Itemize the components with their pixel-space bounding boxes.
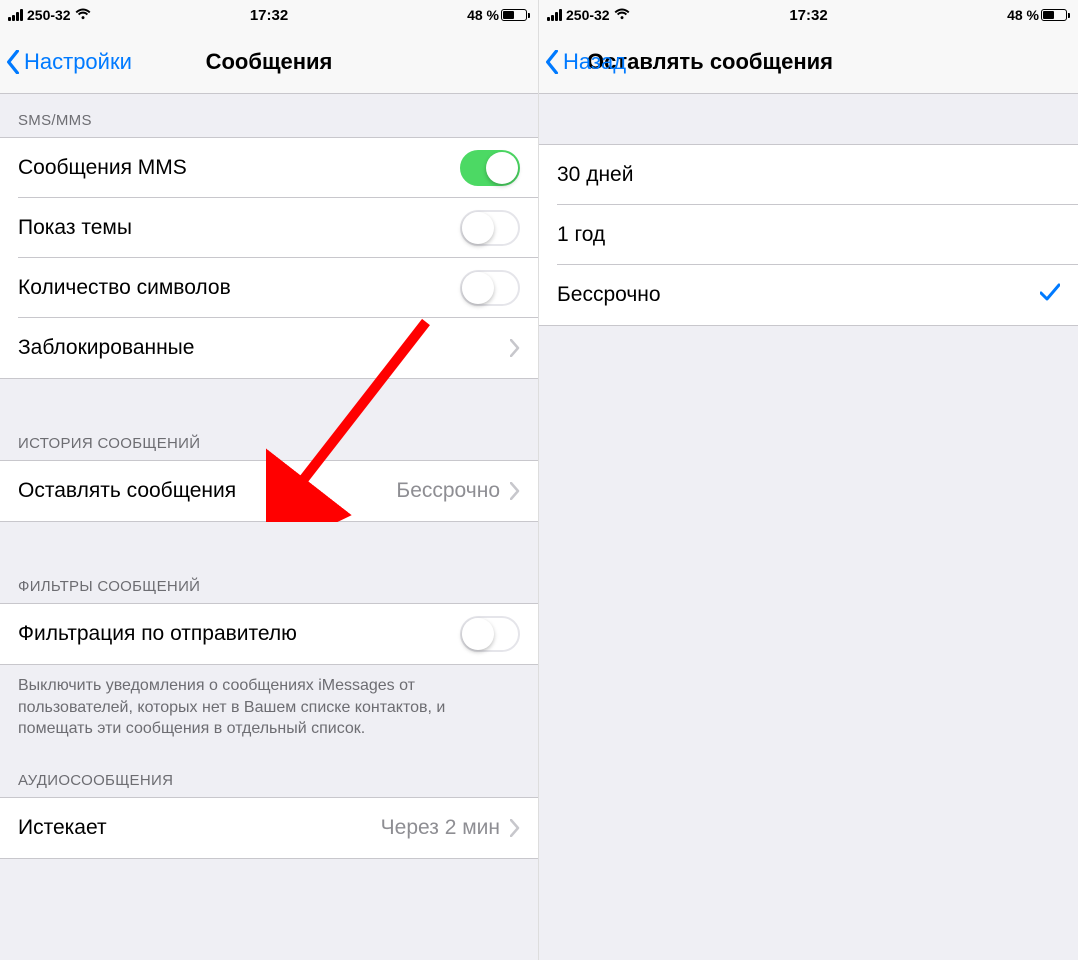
section-header-audio: АУДИОСООБЩЕНИЯ [0, 748, 538, 797]
history-group: Оставлять сообщения Бессрочно [0, 460, 538, 522]
toggle-mms[interactable] [460, 150, 520, 186]
row-label: Заблокированные [18, 336, 510, 360]
row-label: Истекает [18, 816, 381, 840]
keep-messages-screen: 250-32 17:32 48 % Назад Оставлять сообще… [539, 0, 1078, 960]
signal-icon [8, 9, 23, 21]
option-label: Бессрочно [557, 283, 1040, 307]
carrier-label: 250-32 [27, 7, 71, 23]
section-header-sms: SMS/MMS [0, 94, 538, 137]
wifi-icon [75, 7, 91, 23]
nav-bar: Назад Оставлять сообщения [539, 30, 1078, 94]
signal-icon [547, 9, 562, 21]
back-label: Назад [563, 49, 626, 75]
toggle-filter[interactable] [460, 616, 520, 652]
filter-footer-text: Выключить уведомления о сообщениях iMess… [0, 665, 538, 748]
row-label: Оставлять сообщения [18, 479, 396, 503]
section-header-history: ИСТОРИЯ СООБЩЕНИЙ [0, 379, 538, 460]
checkmark-icon [1040, 283, 1060, 307]
row-blocked[interactable]: Заблокированные [0, 318, 538, 378]
row-expire[interactable]: Истекает Через 2 мин [0, 798, 538, 858]
chevron-right-icon [510, 339, 520, 357]
chevron-right-icon [510, 482, 520, 500]
audio-group: Истекает Через 2 мин [0, 797, 538, 859]
battery-icon [1041, 9, 1070, 21]
option-1-year[interactable]: 1 год [539, 205, 1078, 265]
row-label: Показ темы [18, 216, 460, 240]
row-label: Фильтрация по отправителю [18, 622, 460, 646]
carrier-label: 250-32 [566, 7, 610, 23]
filter-group: Фильтрация по отправителю [0, 603, 538, 665]
battery-percent: 48 % [467, 7, 499, 23]
battery-icon [501, 9, 530, 21]
back-button[interactable]: Настройки [6, 49, 132, 75]
row-subject[interactable]: Показ темы [0, 198, 538, 258]
status-bar: 250-32 17:32 48 % [539, 0, 1078, 30]
section-header-filters: ФИЛЬТРЫ СООБЩЕНИЙ [0, 522, 538, 603]
option-label: 1 год [557, 223, 1060, 247]
row-value: Бессрочно [396, 479, 500, 503]
chevron-right-icon [510, 819, 520, 837]
row-filter-sender[interactable]: Фильтрация по отправителю [0, 604, 538, 664]
row-value: Через 2 мин [381, 816, 500, 840]
settings-messages-screen: 250-32 17:32 48 % Настройки Сообщения SM… [0, 0, 539, 960]
back-label: Настройки [24, 49, 132, 75]
clock: 17:32 [789, 7, 827, 24]
option-label: 30 дней [557, 163, 1060, 187]
options-group: 30 дней 1 год Бессрочно [539, 144, 1078, 326]
row-label: Сообщения MMS [18, 156, 460, 180]
sms-group: Сообщения MMS Показ темы Количество симв… [0, 137, 538, 379]
clock: 17:32 [250, 7, 288, 24]
wifi-icon [614, 7, 630, 23]
status-bar: 250-32 17:32 48 % [0, 0, 538, 30]
toggle-subject[interactable] [460, 210, 520, 246]
back-button[interactable]: Назад [545, 49, 626, 75]
option-forever[interactable]: Бессрочно [539, 265, 1078, 325]
nav-bar: Настройки Сообщения [0, 30, 538, 94]
toggle-charcount[interactable] [460, 270, 520, 306]
row-charcount[interactable]: Количество символов [0, 258, 538, 318]
battery-percent: 48 % [1007, 7, 1039, 23]
row-label: Количество символов [18, 276, 460, 300]
row-keep-messages[interactable]: Оставлять сообщения Бессрочно [0, 461, 538, 521]
row-mms[interactable]: Сообщения MMS [0, 138, 538, 198]
page-title: Сообщения [206, 49, 333, 75]
option-30-days[interactable]: 30 дней [539, 145, 1078, 205]
